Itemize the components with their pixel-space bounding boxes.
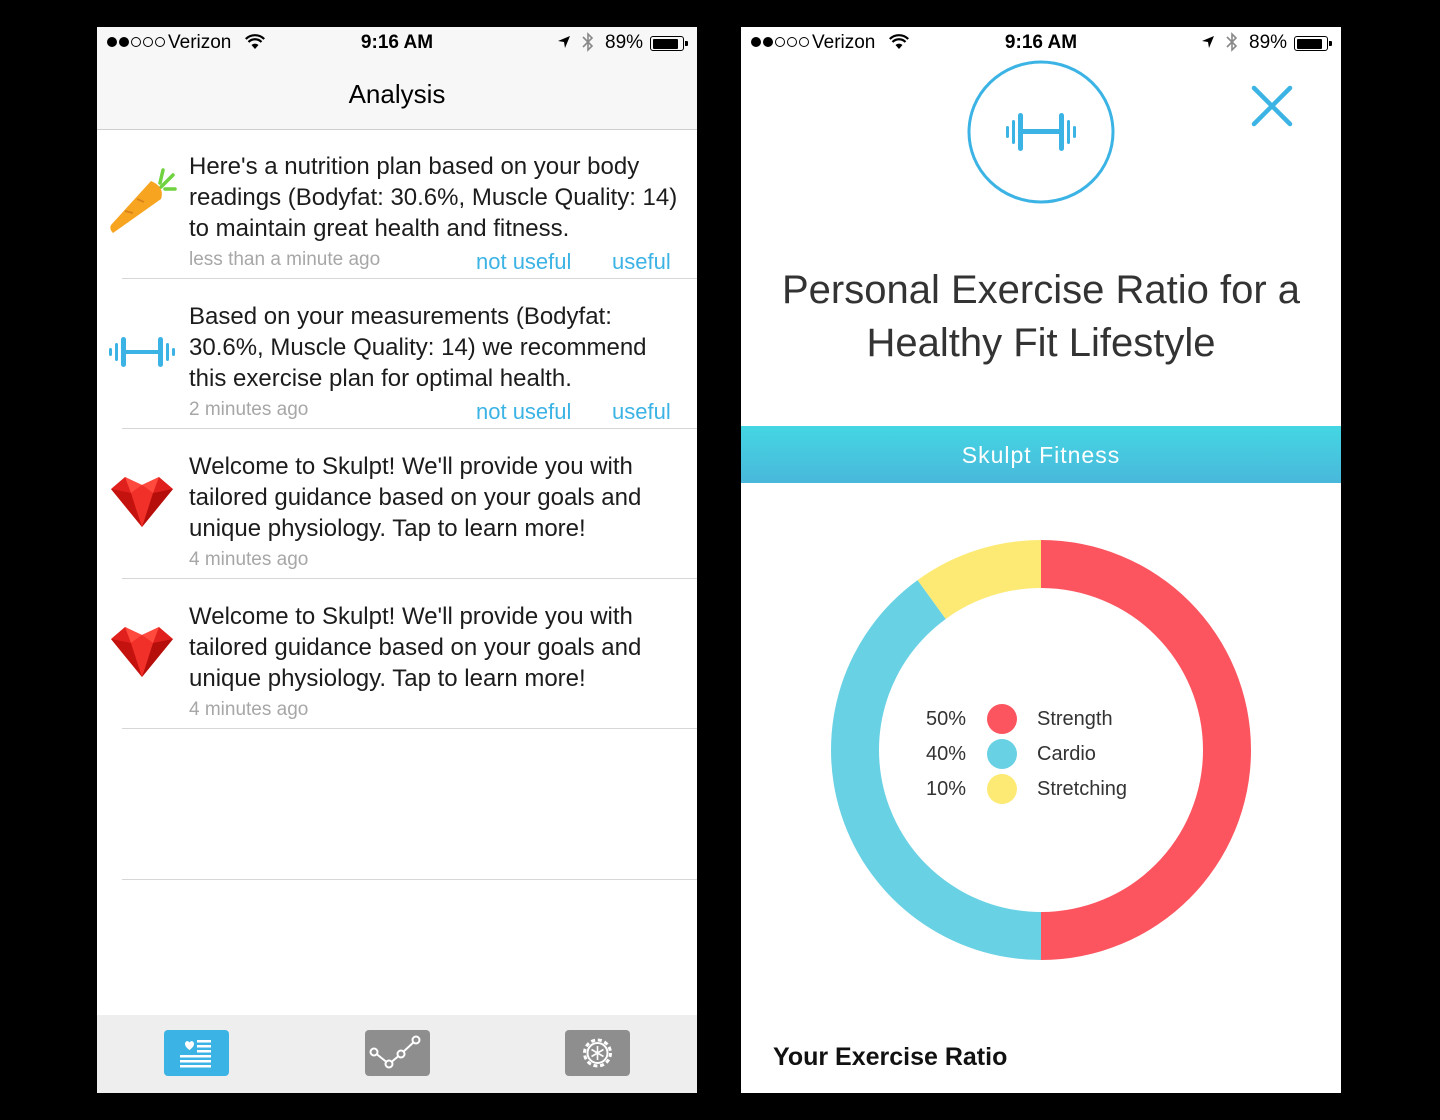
- tab-settings[interactable]: [565, 1030, 630, 1076]
- divider: [122, 879, 697, 880]
- legend-swatch: [987, 739, 1017, 769]
- location-arrow-icon: [558, 36, 570, 48]
- useful-button[interactable]: useful: [612, 399, 671, 425]
- message-text: Based on your measurements (Bodyfat: 30.…: [189, 303, 647, 392]
- legend-label: Stretching: [1037, 778, 1128, 800]
- message-text: Welcome to Skulpt! We'll provide you wit…: [189, 603, 642, 692]
- heart-gem-icon: [111, 627, 173, 677]
- message-text: Welcome to Skulpt! We'll provide you wit…: [189, 453, 642, 542]
- not-useful-button[interactable]: not useful: [476, 399, 571, 425]
- legend-percent: 50%: [926, 708, 967, 730]
- location-arrow-icon: [1202, 36, 1214, 48]
- dumbbell-icon: [109, 337, 175, 367]
- legend-item-stretching: 10% Stretching: [926, 774, 1186, 809]
- list-item[interactable]: Based on your measurements (Bodyfat: 30.…: [97, 279, 697, 429]
- legend-label: Cardio: [1037, 743, 1096, 765]
- trends-chart-icon: [369, 1035, 421, 1069]
- status-bar: Verizon 9:16 AM 89%: [97, 27, 697, 59]
- list-item[interactable]: Welcome to Skulpt! We'll provide you wit…: [97, 579, 697, 729]
- close-icon[interactable]: [1247, 81, 1297, 131]
- headline: Personal Exercise Ratio for a Healthy Fi…: [781, 268, 1300, 365]
- analysis-list-icon: [180, 1040, 211, 1068]
- tab-trends[interactable]: [365, 1030, 430, 1076]
- timestamp: 4 minutes ago: [189, 549, 309, 570]
- exercise-ratio-screen: Verizon 9:16 AM 89% Personal Exercise Ra…: [741, 27, 1341, 1093]
- battery-percent: 89%: [605, 32, 644, 53]
- not-useful-button[interactable]: not useful: [476, 249, 571, 275]
- battery-icon: [650, 36, 688, 51]
- legend-swatch: [987, 704, 1017, 734]
- banner-title: Skulpt Fitness: [961, 442, 1121, 468]
- battery-percent: 89%: [1249, 32, 1288, 53]
- section-title: Your Exercise Ratio: [773, 1043, 1008, 1071]
- bluetooth-icon: [582, 32, 594, 52]
- analysis-screen: Analysis Verizon 9:16 AM 89% Here's a nu…: [97, 27, 697, 1093]
- tab-bar: [97, 1015, 697, 1093]
- legend-swatch: [987, 774, 1017, 804]
- legend-label: Strength: [1037, 708, 1113, 730]
- timestamp: 4 minutes ago: [189, 699, 309, 720]
- battery-icon: [1294, 36, 1332, 51]
- timestamp: 2 minutes ago: [189, 399, 309, 420]
- carrot-icon: [110, 168, 177, 233]
- timestamp: less than a minute ago: [189, 249, 381, 270]
- legend-item-strength: 50% Strength: [926, 704, 1186, 739]
- chart-legend: 50% Strength 40% Cardio 10% Stretching: [926, 704, 1186, 809]
- message-text: Here's a nutrition plan based on your bo…: [189, 153, 678, 242]
- legend-percent: 40%: [926, 743, 967, 765]
- legend-item-cardio: 40% Cardio: [926, 739, 1186, 774]
- list-item[interactable]: Welcome to Skulpt! We'll provide you wit…: [97, 429, 697, 579]
- list-item[interactable]: Here's a nutrition plan based on your bo…: [97, 129, 697, 279]
- useful-button[interactable]: useful: [612, 249, 671, 275]
- divider: [122, 728, 697, 729]
- status-bar: Verizon 9:16 AM 89%: [741, 27, 1341, 59]
- legend-percent: 10%: [926, 778, 967, 800]
- page-title: Analysis: [348, 79, 446, 109]
- dumbbell-circle-icon: [967, 60, 1115, 204]
- bluetooth-icon: [1226, 32, 1238, 52]
- banner: Skulpt Fitness: [741, 426, 1341, 483]
- tab-analysis[interactable]: [164, 1030, 229, 1076]
- settings-gear-icon: [583, 1038, 612, 1068]
- heart-gem-icon: [111, 477, 173, 527]
